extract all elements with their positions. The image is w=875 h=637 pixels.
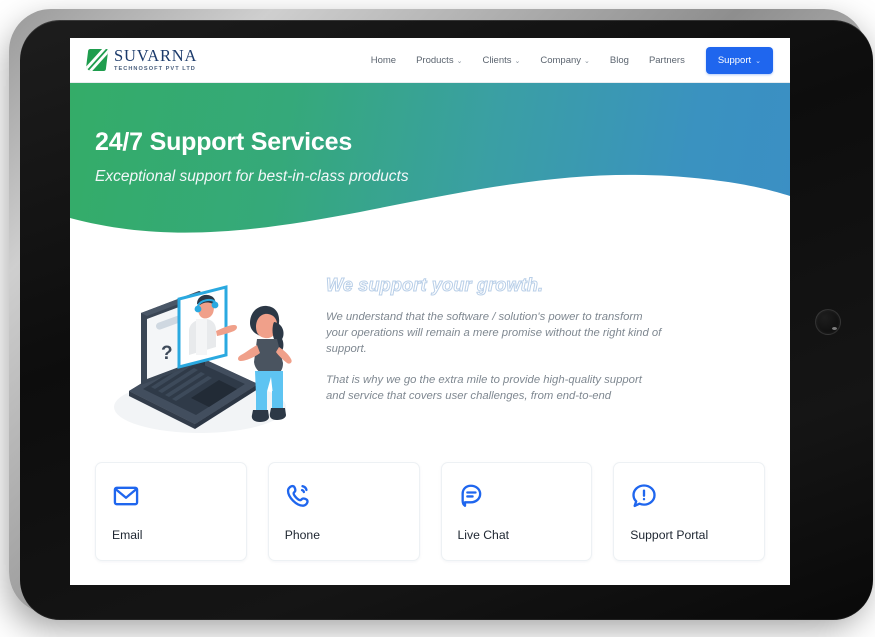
support-card-label: Live Chat [457,528,510,542]
support-card-email[interactable]: Email [95,462,247,561]
nav-item-label: Blog [609,54,629,66]
nav-item-blog[interactable]: Blog [600,55,639,66]
support-card-phone[interactable]: Phone [267,462,420,561]
brand-tagline: TECHNOSOFT PVT LTD [114,65,196,72]
customer-support-video-call-illustration-icon: ? [114,285,292,433]
support-card-label: Email [112,528,143,542]
nav-item-label: Company [540,54,582,66]
site-header: SUVARNA TECHNOSOFT PVT LTD Home Products… [70,38,790,83]
nav-item-label: Clients [482,54,512,66]
chevron-down-icon: ⌄ [456,58,463,65]
main-navigation: Home Products ⌄ Clients ⌄ Company ⌄ Blog [361,46,773,74]
support-card-support-portal[interactable]: Support Portal [613,462,765,561]
nav-item-partners[interactable]: Partners [639,55,695,66]
suvarna-logo-mark-icon [85,49,109,71]
nav-item-home[interactable]: Home [361,55,406,66]
support-copy: We support your growth. We understand th… [326,267,765,442]
nav-item-label: Products [416,54,454,66]
hero-title: 24/7 Support Services [95,128,353,156]
support-copy-heading: We support your growth. [326,275,544,296]
support-card-label: Support Portal [630,528,709,542]
home-button[interactable] [815,309,841,335]
hero-banner: 24/7 Support Services Exceptional suppor… [70,83,790,233]
brand-logo[interactable]: SUVARNA TECHNOSOFT PVT LTD [85,45,198,73]
support-button-label: Support [717,54,752,66]
nav-item-label: Partners [648,54,685,66]
support-channel-cards: Email Phone Live Chat Support Portal [70,442,790,561]
nav-item-label: Home [370,54,397,66]
support-copy-paragraph: That is why we go the extra mile to prov… [326,374,642,403]
hero-wave-decoration [70,174,790,233]
support-card-live-chat[interactable]: Live Chat [440,462,593,561]
phone-call-icon [285,482,403,514]
svg-text:?: ? [161,343,173,364]
chevron-down-icon: ⌄ [584,58,590,65]
support-button[interactable]: Support ⌄ [705,46,773,74]
screenshot-root: SUVARNA TECHNOSOFT PVT LTD Home Products… [0,0,875,637]
support-copy-paragraph: We understand that the software / soluti… [326,311,662,356]
brand-name: SUVARNA [114,45,198,65]
nav-item-products[interactable]: Products ⌄ [406,55,472,66]
nav-item-clients[interactable]: Clients ⌄ [472,55,530,66]
support-card-label: Phone [284,528,320,542]
envelope-icon [112,482,230,514]
brand-text: SUVARNA TECHNOSOFT PVT LTD [114,45,198,73]
chevron-down-icon: ⌄ [514,58,521,65]
support-intro-section: ? We support your growth. We understand … [70,233,790,442]
tablet-screen-viewport: SUVARNA TECHNOSOFT PVT LTD Home Products… [70,38,790,585]
support-illustration: ? [95,267,310,442]
alert-bubble-icon [630,482,748,514]
chevron-down-icon: ⌄ [755,58,761,65]
nav-item-company[interactable]: Company ⌄ [530,55,600,66]
chat-bubble-icon [458,482,576,514]
